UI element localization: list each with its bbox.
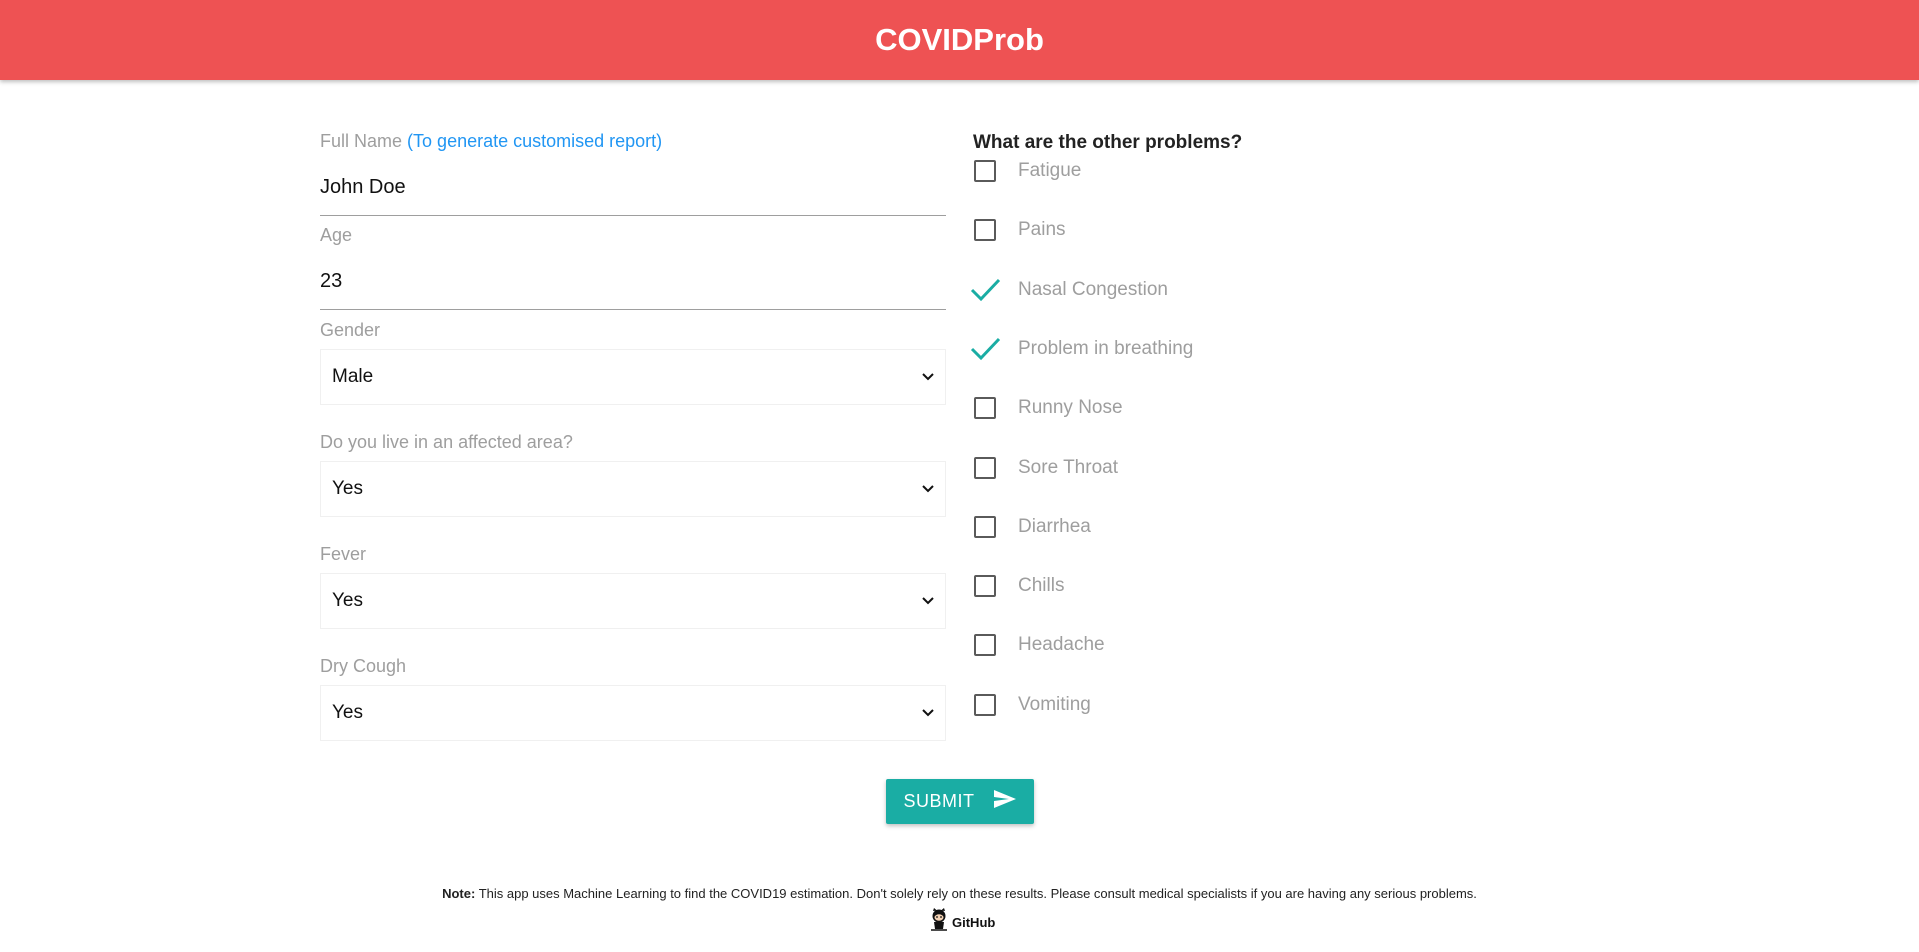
checkbox-fatigue[interactable]: Fatigue — [973, 156, 1081, 186]
checkbox-label: Headache — [1018, 634, 1105, 656]
checkbox-label: Chills — [1018, 575, 1065, 597]
checkbox-diarrhea[interactable]: Diarrhea — [973, 512, 1091, 542]
affected-area-label: Do you live in an affected area? — [320, 432, 573, 452]
affected-area-select[interactable]: Yes — [320, 461, 946, 517]
github-link[interactable]: GitHub — [928, 907, 996, 937]
checkbox-nasal-congestion[interactable]: Nasal Congestion — [970, 275, 1168, 305]
dry-cough-select[interactable]: Yes — [320, 685, 946, 741]
affected-area-selected-value: Yes — [332, 478, 363, 499]
disclaimer-note: Note: This app uses Machine Learning to … — [0, 886, 1919, 901]
checkbox-runny-nose[interactable]: Runny Nose — [973, 393, 1123, 423]
age-label: Age — [320, 225, 353, 245]
checkbox-pains[interactable]: Pains — [973, 215, 1066, 245]
checkbox-label: Pains — [1018, 219, 1066, 241]
octocat-icon — [928, 907, 950, 937]
dry-cough-selected-value: Yes — [332, 702, 363, 723]
app-title: COVIDProb — [875, 22, 1044, 57]
gender-label: Gender — [320, 320, 381, 340]
chevron-down-icon — [921, 706, 935, 720]
checkbox-box — [974, 160, 996, 182]
gender-selected-value: Male — [332, 366, 374, 387]
full-name-hint: (To generate customised report) — [407, 131, 663, 151]
app-header: COVIDProb — [0, 0, 1919, 80]
fever-select[interactable]: Yes — [320, 573, 946, 629]
checkbox-headache[interactable]: Headache — [973, 630, 1105, 660]
chevron-down-icon — [921, 482, 935, 496]
submit-label: SUBMIT — [903, 791, 975, 811]
checkbox-label: Diarrhea — [1018, 515, 1091, 537]
checkbox-label: Fatigue — [1018, 160, 1082, 181]
checkbox-label: Sore Throat — [1018, 456, 1118, 478]
checkbox-box — [974, 515, 996, 538]
checkbox-box — [974, 397, 996, 420]
age-input[interactable] — [320, 264, 946, 310]
note-label: Note: — [442, 886, 476, 901]
checkbox-label: Runny Nose — [1018, 397, 1123, 419]
checkmark-icon — [970, 334, 1002, 364]
checkbox-problem-in-breathing[interactable]: Problem in breathing — [970, 334, 1193, 364]
checkbox-box — [974, 575, 996, 598]
full-name-input[interactable] — [320, 170, 946, 216]
github-label: GitHub — [952, 914, 996, 930]
checkbox-box — [974, 219, 996, 242]
submit-button[interactable]: SUBMIT — [886, 779, 1034, 824]
checkbox-label: Nasal Congestion — [1018, 278, 1168, 300]
checkbox-box — [974, 456, 996, 479]
chevron-down-icon — [921, 370, 935, 384]
checkbox-label: Problem in breathing — [1018, 337, 1194, 359]
note-text: This app uses Machine Learning to find t… — [478, 886, 1477, 901]
send-icon — [993, 789, 1017, 814]
checkmark-icon — [970, 275, 1002, 305]
fever-label: Fever — [320, 544, 367, 564]
checkbox-box — [974, 693, 996, 716]
checkbox-label: Vomiting — [1018, 693, 1091, 715]
full-name-label: Full Name (To generate customised report… — [320, 131, 662, 152]
checkbox-sore-throat[interactable]: Sore Throat — [973, 453, 1118, 483]
dry-cough-label: Dry Cough — [320, 656, 407, 676]
gender-select[interactable]: Male — [320, 349, 946, 405]
checkbox-vomiting[interactable]: Vomiting — [973, 690, 1091, 720]
chevron-down-icon — [921, 594, 935, 608]
checkbox-chills[interactable]: Chills — [973, 571, 1064, 601]
full-name-label-text: Full Name — [320, 131, 403, 151]
fever-selected-value: Yes — [332, 590, 363, 611]
checkbox-box — [974, 634, 996, 657]
other-problems-title: What are the other problems? — [973, 132, 1243, 153]
